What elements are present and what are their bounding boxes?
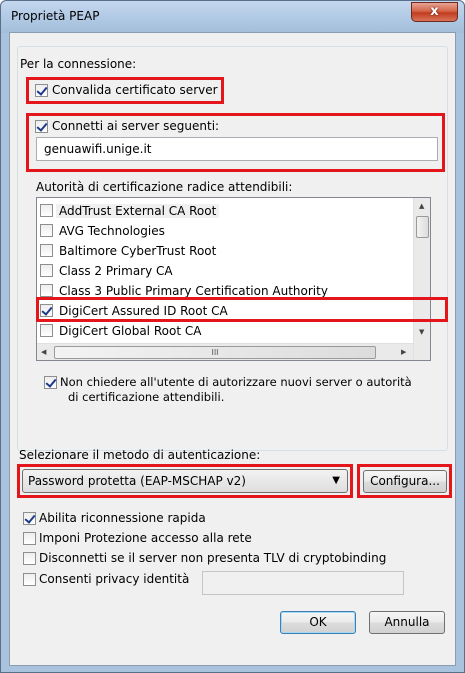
ca-list-heading: Autorità di certificazione radice attend… [36,180,293,194]
ca-checkbox[interactable] [40,264,53,277]
ok-button[interactable]: OK [280,611,356,634]
window-title: Proprietà PEAP [11,9,100,23]
close-button[interactable]: x [411,2,458,22]
ca-checkbox[interactable] [40,284,53,297]
fast-reconnect-label: Abilita riconnessione rapida [39,511,206,525]
close-icon: x [430,4,439,19]
cancel-button[interactable]: Annulla [369,611,445,634]
identity-privacy-label: Consenti privacy identità [39,572,190,586]
server-name-value: genuawifi.unige.it [44,142,152,156]
fast-reconnect-checkbox[interactable] [23,512,36,525]
scroll-right-icon[interactable]: ▶ [401,348,406,356]
ca-listbox[interactable]: AddTrust External CA Root AVG Technologi… [36,197,431,361]
ca-checkbox[interactable] [40,244,53,257]
no-prompt-label-line1: Non chiedere all'utente di autorizzare n… [60,375,412,389]
validate-cert-label: Convalida certificato server [52,83,218,97]
list-item[interactable]: DigiCert Global Root CA [37,321,413,341]
ca-item-label: AVG Technologies [59,224,165,238]
cryptobinding-checkbox[interactable] [23,552,36,565]
auth-method-value: Password protetta (EAP-MSCHAP v2) [28,474,246,488]
connection-heading: Per la connessione: [20,57,141,71]
auth-method-select[interactable]: Password protetta (EAP-MSCHAP v2) ▼ [22,469,348,493]
scroll-down-icon[interactable]: ▼ [419,328,424,336]
identity-privacy-input [202,571,404,595]
vertical-scrollbar[interactable]: ▲ ▼ [413,198,430,360]
nap-label: Imponi Protezione accesso alla rete [39,531,252,545]
auth-method-heading: Selezionare il metodo di autenticazione: [19,448,261,462]
ca-checkbox[interactable] [40,224,53,237]
highlight-digicert [36,297,448,322]
ca-item-label: Class 2 Primary CA [59,264,173,278]
server-name-input[interactable]: genuawifi.unige.it [36,137,438,161]
ca-item-label: Class 3 Public Primary Certification Aut… [59,284,328,298]
cryptobinding-label: Disconnetti se il server non presenta TL… [39,551,387,565]
configure-button[interactable]: Configura... [363,470,447,493]
scroll-up-icon[interactable]: ▲ [419,202,424,210]
title-bar[interactable]: Proprietà PEAP x [1,1,464,33]
chevron-down-icon: ▼ [332,475,340,486]
ca-item-label: AddTrust External CA Root [56,204,220,218]
validate-cert-checkbox[interactable] [35,84,48,97]
scroll-left-icon[interactable]: ◀ [41,348,46,356]
horizontal-scrollbar[interactable]: ◀ III ▶ [37,343,413,360]
list-item[interactable]: AVG Technologies [37,221,413,241]
identity-privacy-checkbox[interactable] [23,573,36,586]
connect-servers-checkbox[interactable] [35,120,48,133]
horizontal-scroll-thumb[interactable]: III [54,346,376,359]
dialog-body: Per la connessione: Convalida certificat… [9,32,456,666]
list-item[interactable]: AddTrust External CA Root [37,201,413,221]
vertical-scroll-thumb[interactable] [416,216,429,238]
dialog-window: Proprietà PEAP x Per la connessione: Con… [0,0,465,673]
nap-checkbox[interactable] [23,532,36,545]
ca-checkbox[interactable] [40,204,53,217]
ca-item-label: DigiCert Global Root CA [59,324,202,338]
list-item[interactable]: Class 2 Primary CA [37,261,413,281]
no-prompt-label-line2: di certificazione attendibili. [68,390,225,404]
ca-item-label: Baltimore CyberTrust Root [59,244,217,258]
list-item[interactable]: Baltimore CyberTrust Root [37,241,413,261]
scroll-grip-icon: III [211,348,219,357]
ca-checkbox[interactable] [40,324,53,337]
no-prompt-checkbox[interactable] [44,376,57,389]
connect-servers-label: Connetti ai server seguenti: [52,119,220,133]
